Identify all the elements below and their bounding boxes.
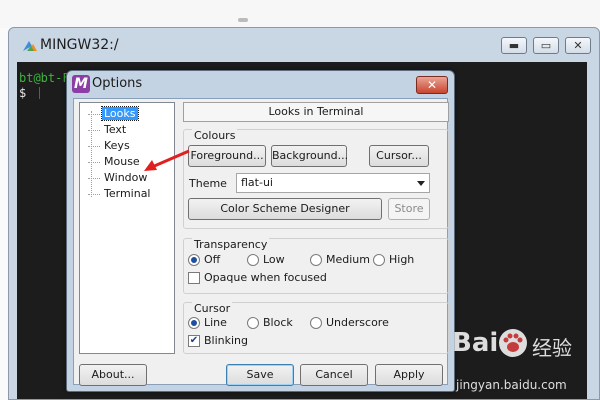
radio-label: Off — [204, 253, 221, 266]
options-dialog-title: Options — [92, 76, 143, 91]
mingw-app-icon — [23, 41, 37, 51]
tree-item-keys[interactable]: Keys — [88, 138, 132, 153]
baidu-watermark: Bai 经验 jingyan.baidu.com — [452, 326, 600, 400]
tree-item-label: Terminal — [104, 187, 151, 200]
watermark-suffix: 经验 — [532, 336, 572, 360]
colours-group: Colours Foreground... Background... Curs… — [183, 129, 449, 229]
radio-circle — [310, 316, 322, 329]
tree-item-mouse[interactable]: Mouse — [88, 154, 142, 169]
transparency-group: Transparency Off Low Medium High Opaque … — [183, 238, 449, 294]
tree-item-label: Keys — [104, 139, 130, 152]
radio-circle — [247, 316, 259, 329]
radio-label: Low — [263, 253, 285, 266]
opaque-when-focused-checkbox[interactable]: Opaque when focused — [188, 271, 327, 284]
paw-icon — [499, 329, 527, 357]
tree-item-label: Text — [104, 123, 127, 136]
watermark-url: jingyan.baidu.com — [456, 378, 567, 392]
about-button[interactable]: About... — [79, 364, 147, 386]
store-button[interactable]: Store — [388, 198, 430, 220]
theme-select[interactable]: flat-ui — [236, 173, 430, 193]
color-scheme-designer-button[interactable]: Color Scheme Designer — [188, 198, 382, 220]
radio-circle — [310, 253, 322, 266]
dialog-close-button[interactable]: ✕ — [416, 76, 448, 94]
minimize-button[interactable]: ▬ — [501, 37, 527, 54]
mingw-window-title: MINGW32:/ — [40, 37, 119, 53]
radio-label: Line — [204, 316, 227, 329]
radio-circle — [247, 253, 259, 266]
watermark-brand: Bai — [452, 328, 499, 358]
cursor-group-title: Cursor — [192, 302, 233, 315]
tree-item-terminal[interactable]: Terminal — [88, 186, 153, 201]
save-button[interactable]: Save — [226, 364, 294, 386]
minimize-icon: ▬ — [508, 39, 520, 52]
desktop-mark — [238, 18, 248, 22]
tree-item-label: Looks — [101, 106, 139, 121]
radio-label: Block — [263, 316, 293, 329]
dialog-body: Looks Text Keys Mouse Window Terminal Lo… — [73, 98, 449, 386]
transparency-off-radio[interactable]: Off — [188, 253, 220, 266]
transparency-medium-radio[interactable]: Medium — [310, 253, 370, 266]
cursor-group: Cursor Line Block Underscore ✔ Blinking — [183, 302, 449, 354]
theme-label: Theme — [189, 177, 227, 190]
tree-item-looks[interactable]: Looks — [88, 106, 139, 121]
cancel-button[interactable]: Cancel — [300, 364, 368, 386]
terminal-prompt: bt@bt-F — [19, 71, 70, 85]
blinking-checkbox[interactable]: ✔ Blinking — [188, 334, 248, 347]
terminal-cursor — [39, 87, 40, 99]
foreground-button[interactable]: Foreground... — [188, 145, 266, 167]
terminal-dollar: $ — [19, 86, 27, 100]
annotation-arrow-icon — [144, 149, 190, 171]
checkbox-label: Opaque when focused — [204, 271, 327, 284]
radio-label: High — [389, 253, 415, 266]
radio-label: Medium — [326, 253, 370, 266]
close-button[interactable]: ✕ — [565, 37, 591, 54]
mintty-app-icon: M — [72, 75, 90, 93]
maximize-button[interactable]: ▭ — [533, 37, 559, 54]
transparency-high-radio[interactable]: High — [373, 253, 414, 266]
transparency-group-title: Transparency — [192, 238, 270, 251]
theme-select-value: flat-ui — [241, 176, 273, 189]
maximize-icon: ▭ — [540, 39, 552, 52]
checkbox-label: Blinking — [204, 334, 249, 347]
checkbox-box — [188, 271, 200, 284]
tree-item-label: Mouse — [104, 155, 140, 168]
options-dialog: M Options ✕ Looks Text Keys Mouse Window… — [66, 70, 455, 392]
mingw-titlebar: MINGW32:/ ▬ ▭ ✕ — [9, 28, 599, 62]
radio-label: Underscore — [326, 316, 389, 329]
section-title: Looks in Terminal — [183, 102, 449, 122]
close-icon: ✕ — [573, 39, 583, 52]
transparency-low-radio[interactable]: Low — [247, 253, 285, 266]
cursor-block-radio[interactable]: Block — [247, 316, 293, 329]
cursor-colour-button[interactable]: Cursor... — [369, 145, 429, 167]
tree-item-text[interactable]: Text — [88, 122, 128, 137]
background-button[interactable]: Background... — [271, 145, 348, 167]
apply-button[interactable]: Apply — [375, 364, 443, 386]
checkbox-box: ✔ — [188, 334, 200, 347]
radio-circle — [188, 253, 200, 266]
chevron-down-icon — [417, 181, 425, 186]
cursor-line-radio[interactable]: Line — [188, 316, 227, 329]
radio-circle — [373, 253, 385, 266]
colours-group-title: Colours — [192, 129, 238, 142]
cursor-underscore-radio[interactable]: Underscore — [310, 316, 389, 329]
close-icon: ✕ — [426, 78, 438, 92]
desktop-top-strip — [0, 0, 600, 28]
radio-circle — [188, 316, 200, 329]
